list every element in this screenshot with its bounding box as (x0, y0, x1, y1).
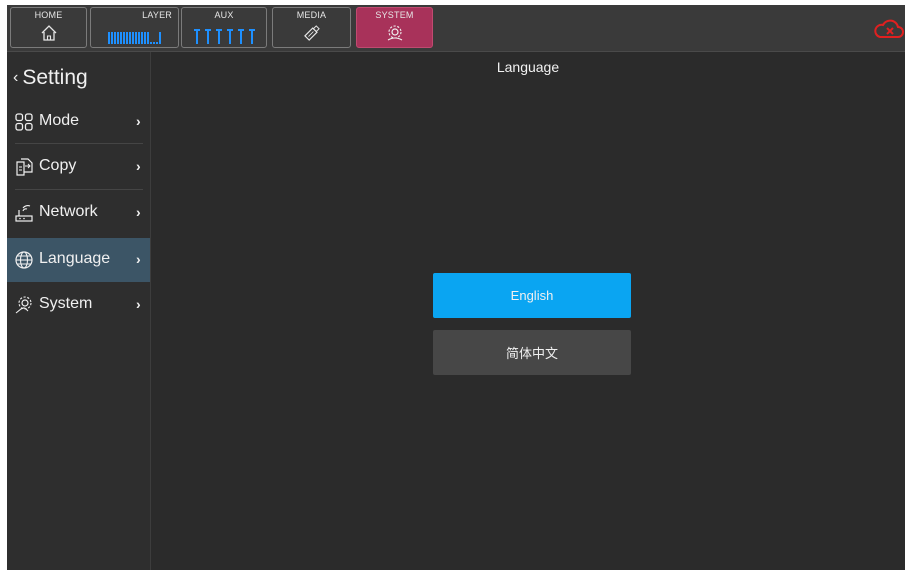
sidebar-item-language[interactable]: Language › (7, 238, 150, 282)
language-option-english[interactable]: English (433, 273, 631, 318)
tab-home[interactable]: HOME (10, 7, 87, 48)
chevron-right-icon: › (136, 251, 141, 267)
divider (15, 189, 143, 190)
sidebar-title: Setting (22, 66, 88, 89)
chevron-right-icon: › (136, 204, 141, 220)
page-title: Language (496, 59, 560, 75)
tab-media[interactable]: MEDIA (272, 7, 351, 48)
sidebar-item-system[interactable]: System › (7, 283, 150, 327)
sidebar-item-copy[interactable]: Copy › (7, 145, 150, 189)
copy-icon (14, 157, 34, 177)
top-nav-bar: HOME LAYER AUX MEDIA SYSTEM (7, 5, 905, 52)
sidebar-item-label: Copy (39, 157, 77, 174)
tab-media-label: MEDIA (296, 10, 327, 20)
settings-sidebar: ‹ Setting Mode › Copy › Network › Langua… (7, 52, 151, 570)
globe-icon (14, 250, 34, 270)
system-gear-icon (357, 24, 432, 44)
chevron-right-icon: › (136, 158, 141, 174)
tab-layer-label: LAYER (142, 10, 172, 20)
usb-drive-icon (273, 24, 350, 44)
cloud-disconnected-icon[interactable] (872, 17, 905, 41)
mode-grid-icon (14, 112, 34, 132)
language-option-simplified-chinese[interactable]: 简体中文 (433, 330, 631, 375)
aux-levels-icon (182, 24, 266, 44)
sidebar-item-label: Language (39, 250, 111, 267)
layer-levels-icon (91, 24, 178, 44)
sidebar-item-label: Mode (39, 112, 80, 129)
back-button[interactable]: ‹ Setting (13, 66, 88, 90)
tab-aux-label: AUX (214, 10, 234, 20)
chevron-left-icon: ‹ (13, 69, 19, 86)
chevron-right-icon: › (136, 113, 141, 129)
divider (15, 143, 143, 144)
sidebar-item-label: Network (39, 203, 98, 220)
tab-aux[interactable]: AUX (181, 7, 267, 48)
sidebar-item-mode[interactable]: Mode › (7, 100, 150, 144)
tab-system[interactable]: SYSTEM (356, 7, 433, 48)
system-gear-icon (14, 295, 34, 315)
chevron-right-icon: › (136, 296, 141, 312)
tab-system-label: SYSTEM (375, 10, 414, 20)
network-icon (14, 203, 34, 223)
sidebar-item-label: System (39, 295, 93, 312)
tab-layer[interactable]: LAYER (90, 7, 179, 48)
sidebar-item-network[interactable]: Network › (7, 191, 150, 235)
tab-home-label: HOME (34, 10, 63, 20)
app-window: HOME LAYER AUX MEDIA SYSTEM ‹ Setting Mo… (7, 5, 905, 570)
home-icon (11, 24, 86, 44)
